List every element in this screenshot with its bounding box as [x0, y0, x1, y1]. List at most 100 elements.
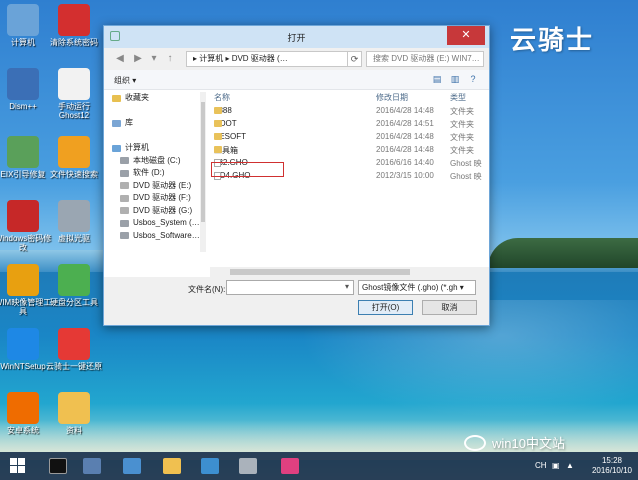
- desktop-icon[interactable]: 云骑士一键还原: [45, 328, 103, 371]
- desktop-icon[interactable]: 清除系统密码: [45, 4, 103, 47]
- desktop-icon-label: 手动运行Ghost12: [58, 102, 90, 120]
- filename-input[interactable]: ▾: [226, 280, 354, 295]
- column-header-name[interactable]: 名称: [214, 92, 230, 103]
- clock-date: 2016/10/10: [591, 466, 632, 475]
- nav-item-icon: [120, 194, 129, 202]
- nav-item-icon: [120, 169, 129, 177]
- open-button[interactable]: 打开(O): [358, 300, 413, 315]
- android-tool-icon: [7, 392, 39, 424]
- nav-scrollbar[interactable]: [200, 92, 206, 252]
- file-type: Ghost 映: [450, 172, 482, 181]
- file-type: Ghost 映: [450, 159, 482, 168]
- nav-item[interactable]: 软件 (D:): [112, 167, 200, 180]
- file-row[interactable]: BOOT 2016/4/28 14:51 文件夹: [212, 118, 488, 130]
- nav-item: [112, 130, 200, 143]
- desktop-icon-label: 云骑士一键还原: [46, 362, 102, 371]
- desktop-icon[interactable]: 虚拟光驱: [45, 200, 103, 243]
- back-arrow-icon[interactable]: ◀: [114, 53, 126, 65]
- taskbar-restore[interactable]: [276, 455, 304, 477]
- preview-pane-icon[interactable]: ▥: [449, 74, 461, 85]
- taskbar-app-3[interactable]: [196, 455, 224, 477]
- file-row[interactable]: 工具箱 2016/4/28 14:48 文件夹: [212, 144, 488, 156]
- file-type: 文件夹: [450, 120, 474, 129]
- address-row: ◀ ▶ ▾ ↑ ▸ 计算机 ▸ DVD 驱动器 (… ⟳ 搜索 DVD 驱动器 …: [104, 48, 489, 70]
- taskbar-explorer[interactable]: [158, 455, 186, 477]
- taskbar-drive[interactable]: [234, 455, 262, 477]
- ime-indicator[interactable]: CH: [535, 461, 547, 470]
- winntsetup-icon: [7, 328, 39, 360]
- desktop-icon[interactable]: 硬盘分区工具: [45, 264, 103, 307]
- nav-item-label: 软件 (D:): [133, 168, 165, 177]
- search-input[interactable]: 搜索 DVD 驱动器 (E:) WIN7…: [366, 51, 484, 67]
- column-header-type[interactable]: 类型: [450, 92, 466, 103]
- nav-item[interactable]: 库: [112, 117, 200, 130]
- file-search-icon: [58, 136, 90, 168]
- nav-item[interactable]: 计算机: [112, 142, 200, 155]
- nav-item[interactable]: 本地磁盘 (C:): [112, 155, 200, 168]
- file-type: 文件夹: [450, 146, 474, 155]
- file-list: 名称 修改日期 类型 8888 2016/4/28 14:48 文件夹 BOOT 201…: [212, 90, 488, 266]
- horizontal-scrollbar[interactable]: [210, 267, 489, 277]
- desktop-icon[interactable]: 手动运行Ghost12: [45, 68, 103, 120]
- view-options-icon[interactable]: ▤: [431, 74, 443, 85]
- nav-item-label: 本地磁盘 (C:): [133, 155, 181, 165]
- nav-item-icon: [120, 182, 129, 190]
- file-row[interactable]: PESOFT 2016/4/28 14:48 文件夹: [212, 131, 488, 143]
- refresh-icon[interactable]: ⟳: [348, 51, 362, 67]
- file-type-filter[interactable]: Ghost镜像文件 (.gho) (*.gh ▾: [358, 280, 476, 295]
- dialog-titlebar[interactable]: 打开 ✕: [104, 26, 489, 48]
- nav-item[interactable]: DVD 驱动器 (F:): [112, 192, 200, 205]
- nav-item[interactable]: 收藏夹: [112, 92, 200, 105]
- network-icon[interactable]: ▲: [566, 461, 574, 470]
- ghost-icon: [58, 68, 90, 100]
- file-date: 2016/4/28 14:48: [376, 106, 434, 115]
- dialog-footer: 文件名(N): ▾ Ghost镜像文件 (.gho) (*.gh ▾ 打开(O)…: [104, 277, 489, 325]
- forward-arrow-icon[interactable]: ▶: [132, 53, 144, 65]
- selection-highlight-box: [211, 162, 284, 177]
- file-type: 文件夹: [450, 133, 474, 142]
- chevron-down-icon[interactable]: ▾: [345, 282, 349, 291]
- taskbar-cmd[interactable]: [44, 455, 72, 477]
- desktop-icon-label: 文件快速搜索: [50, 170, 98, 179]
- filename-label: 文件名(N):: [188, 285, 226, 294]
- watermark: win10中文站: [464, 433, 565, 452]
- computer-icon: [7, 4, 39, 36]
- windows-password-icon: [7, 200, 39, 232]
- folder-icon: [214, 146, 222, 153]
- nav-item[interactable]: DVD 驱动器 (E:): [112, 180, 200, 193]
- desktop-icon[interactable]: 资料: [45, 392, 103, 435]
- nav-item-icon: [112, 94, 121, 102]
- organize-menu[interactable]: 组织 ▾: [114, 75, 136, 86]
- up-arrow-icon[interactable]: ↑: [164, 53, 176, 65]
- start-button[interactable]: [4, 455, 32, 477]
- file-row[interactable]: 8888 2016/4/28 14:48 文件夹: [212, 105, 488, 117]
- clock[interactable]: 15:28 2016/10/10: [592, 456, 632, 476]
- cancel-button[interactable]: 取消: [422, 300, 477, 315]
- address-bar[interactable]: ▸ 计算机 ▸ DVD 驱动器 (…: [186, 51, 348, 67]
- recent-dropdown-icon[interactable]: ▾: [148, 53, 160, 65]
- navigation-pane: 收藏夹库计算机 本地磁盘 (C:) 软件 (D:) DVD 驱动器 (E:) DVD 驱…: [112, 92, 200, 252]
- nav-item-label: Usbos_System (…: [133, 218, 200, 227]
- wim-icon: [7, 264, 39, 296]
- nav-item[interactable]: Usbos_System (…: [112, 217, 200, 230]
- taskbar-app-2[interactable]: [118, 455, 146, 477]
- desktop-icon-label: 清除系统密码: [50, 38, 98, 47]
- virtual-drive-icon: [58, 200, 90, 232]
- folder-icon: [214, 120, 222, 127]
- help-icon[interactable]: ?: [467, 74, 479, 85]
- wechat-icon: [464, 434, 486, 451]
- nav-item: [112, 105, 200, 118]
- nav-item-icon: [112, 119, 121, 127]
- desktop-icon[interactable]: 文件快速搜索: [45, 136, 103, 179]
- column-header-date[interactable]: 修改日期: [376, 92, 408, 103]
- nav-item-label: DVD 驱动器 (G:): [133, 205, 193, 215]
- input-method-icon[interactable]: ▣: [552, 461, 560, 470]
- dialog-title: 打开: [287, 33, 306, 43]
- nav-item[interactable]: Usbos_Software…: [112, 230, 200, 243]
- restore-icon: [58, 328, 90, 360]
- file-date: 2016/4/28 14:51: [376, 119, 434, 128]
- taskbar-app-1[interactable]: [78, 455, 106, 477]
- nav-item[interactable]: DVD 驱动器 (G:): [112, 205, 200, 218]
- close-button[interactable]: ✕: [447, 26, 485, 45]
- folder-icon: [214, 107, 222, 114]
